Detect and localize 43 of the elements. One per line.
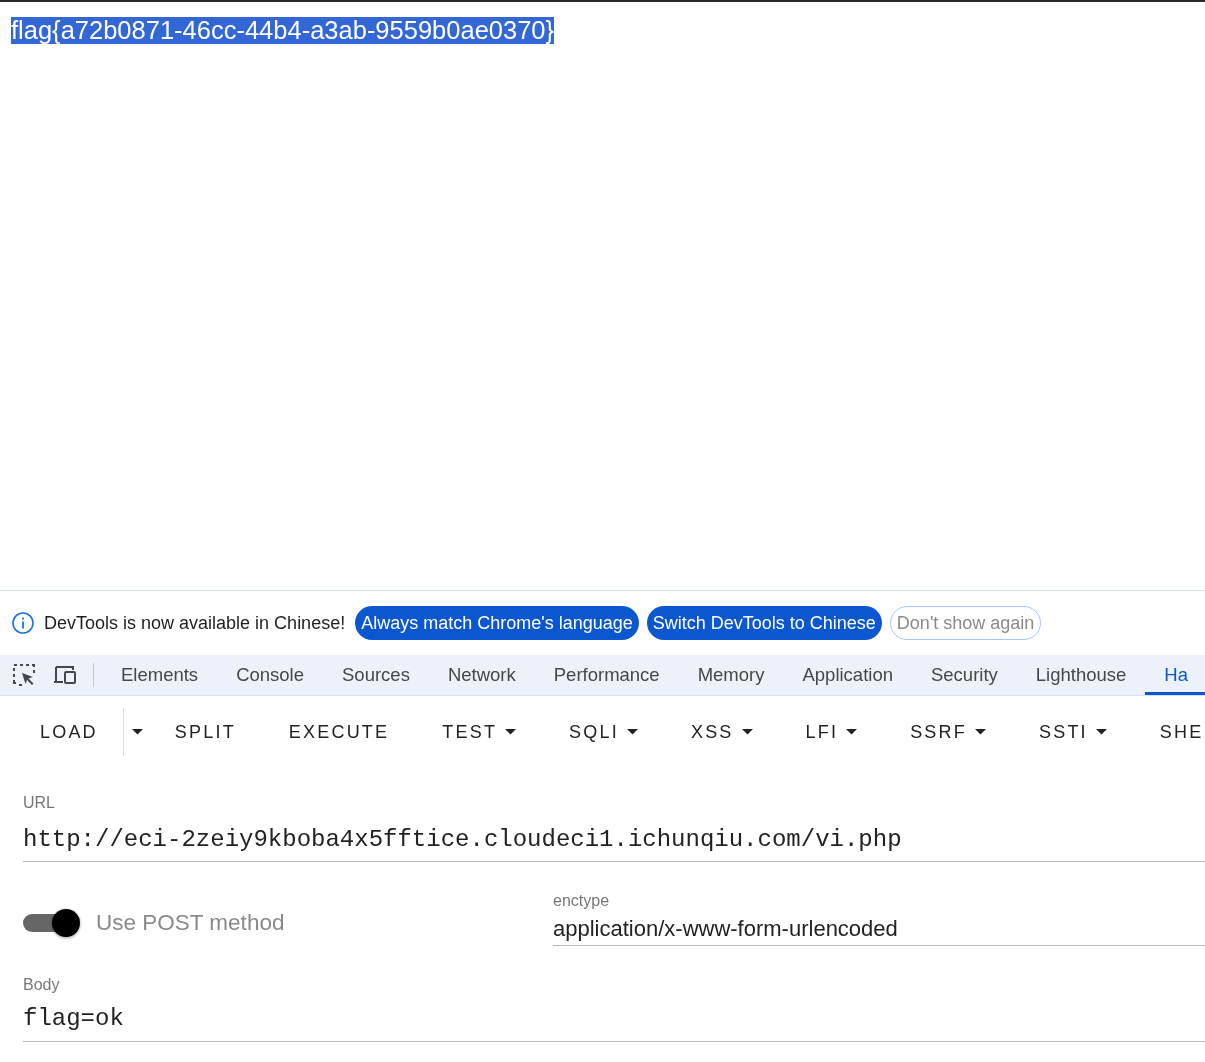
body-label: Body <box>23 975 61 995</box>
post-method-toggle[interactable] <box>23 907 81 938</box>
url-field[interactable]: http://eci-2zeiy9kboba4x5fftice.cloudeci1.ichunqiu.com/vi.php <box>23 825 1205 862</box>
enctype-field[interactable]: application/x-www-form-urlencoded <box>553 915 1205 946</box>
hackbar-button[interactable]: EXECUTE <box>272 712 406 752</box>
caret-icon <box>505 729 517 735</box>
devtools-tab[interactable]: Lighthouse <box>1016 655 1146 695</box>
post-method-label: Use POST method <box>96 909 285 936</box>
hackbar-menu-button[interactable]: SSRF <box>894 712 1002 752</box>
infobar-button[interactable]: Switch DevTools to Chinese <box>646 606 882 640</box>
infobar-message: DevTools is now available in Chinese! <box>44 612 346 634</box>
info-icon <box>12 612 34 634</box>
hackbar-button[interactable]: SHE <box>1143 712 1205 752</box>
hackbar-menu-button[interactable]: LFI <box>789 712 874 752</box>
devtools-tab[interactable]: Memory <box>678 655 784 695</box>
hackbar-button[interactable]: SPLIT <box>158 712 252 752</box>
devtools-tab[interactable]: Performance <box>534 655 679 695</box>
inspect-element-icon[interactable] <box>12 663 36 687</box>
hackbar-menu-button[interactable]: TEST <box>426 712 533 752</box>
caret-icon <box>1095 729 1107 735</box>
hackbar-menu-button[interactable]: SSTI <box>1022 712 1123 752</box>
devtools-tab[interactable]: Console <box>217 655 323 695</box>
hackbar-button[interactable]: LOAD <box>24 712 114 752</box>
enctype-label: enctype <box>553 891 611 911</box>
caret-icon <box>131 729 143 735</box>
body-field[interactable]: flag=ok <box>23 1004 1205 1042</box>
caret-icon <box>741 729 753 735</box>
devtools-tab[interactable]: Application <box>783 655 912 695</box>
devtools-tab[interactable]: Elements <box>102 655 218 695</box>
page-text: flag{a72b0871-46cc-44b4-a3ab-9559b0ae0370} <box>11 17 555 44</box>
caret-icon <box>626 729 638 735</box>
caret-icon <box>846 729 858 735</box>
devtools-tab[interactable]: Sources <box>323 655 429 695</box>
infobar-button[interactable]: Always match Chrome's language <box>355 606 639 640</box>
url-label: URL <box>23 793 56 813</box>
hackbar-menu-button[interactable]: SQLI <box>553 712 654 752</box>
devtools-tab[interactable]: Network <box>428 655 535 695</box>
dismiss-button[interactable]: Don't show again <box>889 606 1042 640</box>
caret-icon <box>974 729 986 735</box>
devtools-tab[interactable]: Ha <box>1145 655 1205 695</box>
device-toolbar-icon[interactable] <box>53 663 77 687</box>
hackbar-menu-button[interactable]: XSS <box>674 712 769 752</box>
devtools-tab[interactable]: Security <box>912 655 1017 695</box>
